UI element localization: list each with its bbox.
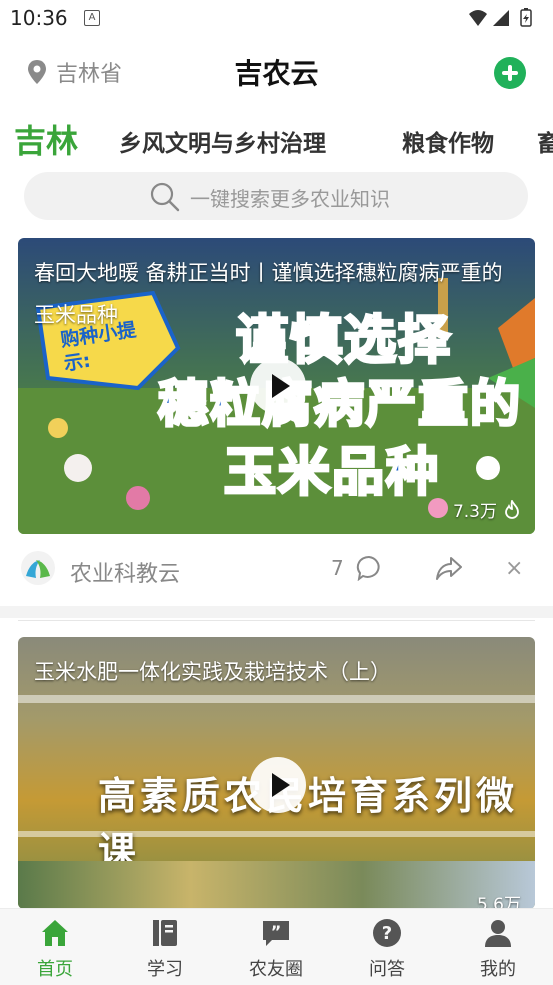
view-count-value: 5.6万: [476, 895, 521, 909]
status-time: 10:36: [10, 6, 68, 30]
svg-text:”: ”: [271, 922, 282, 941]
tab-grain-crops[interactable]: 粮食作物: [402, 124, 494, 158]
person-icon: [485, 920, 511, 947]
play-button[interactable]: [250, 757, 306, 813]
svg-text:?: ?: [382, 923, 392, 944]
village-strip: [18, 861, 535, 909]
search-bar[interactable]: 一键搜索更多农业知识: [24, 172, 528, 220]
nav-community-label: 农友圈: [249, 959, 303, 980]
view-count: 5.6万: [477, 890, 521, 909]
frame-band-top: [18, 695, 535, 703]
share-icon[interactable]: [436, 555, 462, 581]
question-icon: ?: [373, 919, 401, 947]
flame-icon: [505, 499, 519, 519]
nav-qa[interactable]: ? 问答: [332, 909, 442, 985]
card-meta-row: 农业科教云 7 ×: [0, 540, 553, 600]
view-count-value: 7.3万: [452, 502, 497, 522]
nav-study[interactable]: 学习: [110, 909, 220, 985]
tab-jilin[interactable]: 吉林: [14, 116, 78, 162]
bottom-navigation: 首页 学习 ” 农友圈 ? 问答 我的: [0, 908, 553, 985]
video-caption: 玉米水肥一体化实践及栽培技术（上）: [34, 660, 391, 684]
dismiss-button[interactable]: ×: [505, 556, 523, 581]
add-button[interactable]: [494, 57, 526, 89]
quote-bubble-icon: ”: [263, 921, 289, 946]
source-logo-icon[interactable]: [20, 550, 56, 586]
notification-icon: A: [84, 10, 100, 26]
view-count: 7.3万: [453, 497, 521, 522]
nav-home-label: 首页: [37, 959, 73, 980]
nav-qa-label: 问答: [369, 959, 405, 980]
overlay-title: 高素质农民培育系列微课: [98, 773, 519, 873]
nav-community[interactable]: ” 农友圈: [221, 909, 331, 985]
top-header: 吉林省 吉农云: [0, 44, 553, 100]
nav-profile[interactable]: 我的: [443, 909, 553, 985]
nav-profile-label: 我的: [480, 959, 516, 980]
category-tabs: 吉林 乡风文明与乡村治理 粮食作物 畜: [0, 116, 553, 164]
tab-livestock[interactable]: 畜: [537, 124, 553, 158]
banner-line-3: 玉米品种: [222, 442, 441, 505]
video-caption: 春回大地暖 备耕正当时丨谨慎选择穗粒腐病严重的玉米品种: [34, 261, 503, 327]
comment-count: 7: [331, 556, 344, 580]
page-title: 吉农云: [234, 57, 319, 90]
tab-rural-governance[interactable]: 乡风文明与乡村治理: [119, 124, 326, 158]
book-icon: [153, 920, 177, 946]
video-card-2[interactable]: 高素质农民培育系列微课 玉米水肥一体化实践及栽培技术（上） 5.6万: [18, 637, 535, 909]
source-name[interactable]: 农业科教云: [70, 556, 180, 588]
nav-study-label: 学习: [147, 959, 183, 980]
nav-home[interactable]: 首页: [0, 909, 110, 985]
video-card-1[interactable]: 购种小提示: 谨慎选择 穗粒腐病严重的 玉米品种 春回大地暖 备耕正当时丨谨慎选…: [18, 238, 535, 534]
play-button[interactable]: [250, 358, 306, 414]
status-bar: 10:36 A: [0, 0, 553, 36]
comment-icon[interactable]: [356, 555, 382, 581]
section-divider: [0, 606, 553, 618]
home-icon: [42, 920, 68, 946]
search-placeholder: 一键搜索更多农业知识: [190, 187, 390, 211]
system-status-icons: [469, 8, 532, 27]
wifi-icon: [469, 10, 487, 26]
card-separator: [18, 620, 535, 621]
banner-line-2: 穗粒腐病严重的: [157, 374, 522, 435]
signal-icon: [493, 10, 509, 26]
search-icon: [150, 182, 180, 212]
